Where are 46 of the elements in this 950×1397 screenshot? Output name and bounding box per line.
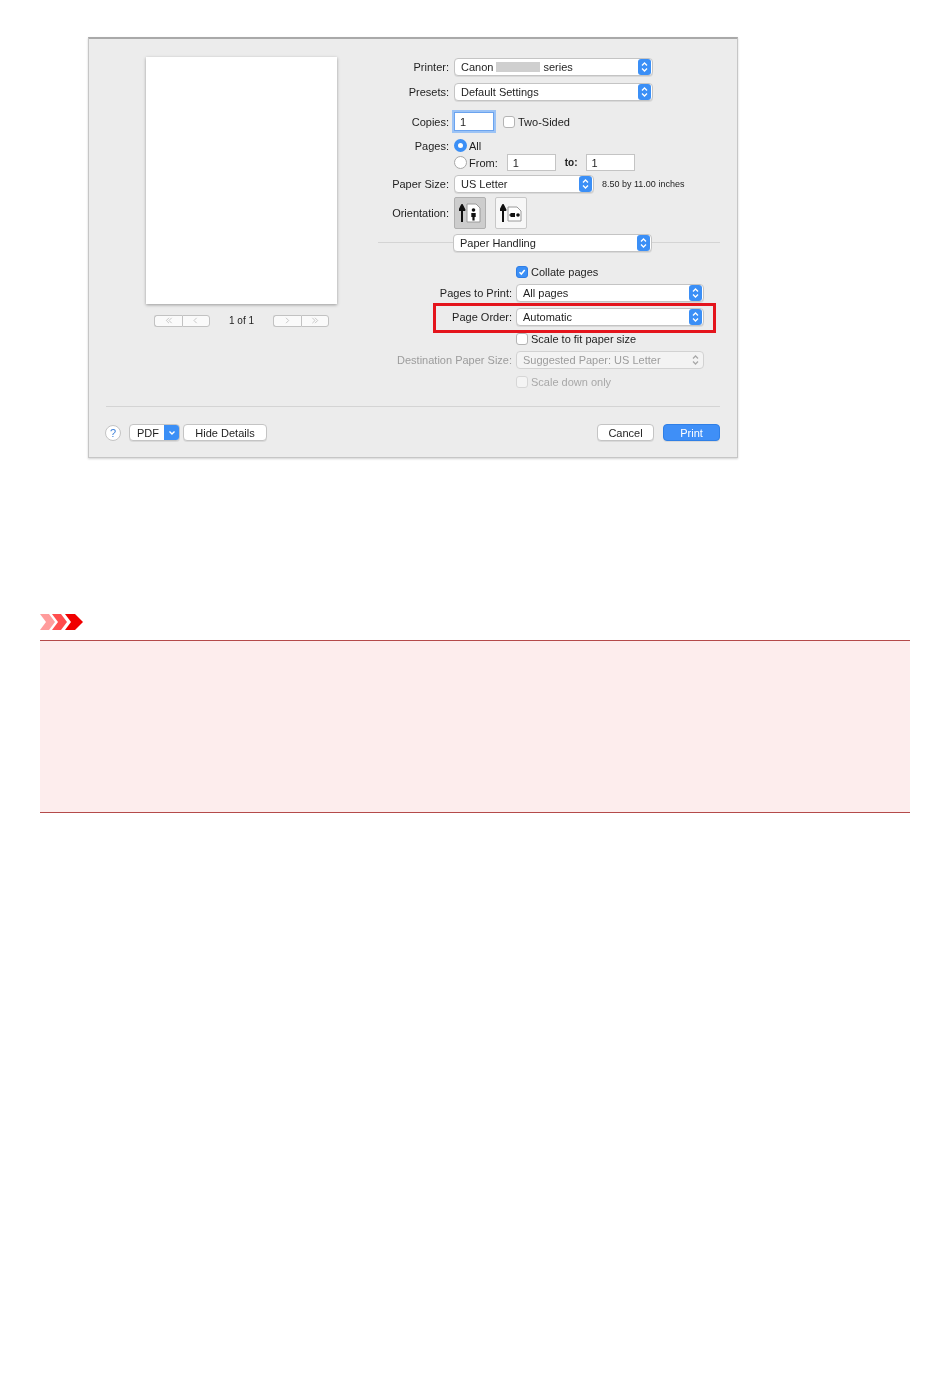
pdf-menu-button[interactable]: PDF <box>129 424 180 441</box>
page-count-label: 1 of 1 <box>229 315 255 326</box>
presets-label: Presets: <box>407 86 449 98</box>
paper-dimensions-text: 8.50 by 11.00 inches <box>602 179 685 189</box>
copies-label: Copies: <box>410 115 449 128</box>
printer-dropdown[interactable]: Canon series <box>454 58 653 76</box>
double-chevron-left-icon <box>164 317 173 324</box>
dropdown-label: Page Order: <box>451 311 512 323</box>
updown-arrows-icon <box>638 59 651 75</box>
radio-option[interactable]: From: <box>454 156 498 169</box>
dropdown-label: Destination Paper Size: <box>396 354 512 366</box>
pages-label: Pages: <box>413 139 449 152</box>
landscape-orientation-icon <box>500 203 522 223</box>
paper-size-label: Paper Size: <box>391 178 449 190</box>
dropdown-label: Pages to Print: <box>438 287 512 299</box>
updown-arrows-icon <box>637 235 650 251</box>
copies-field[interactable]: 1 <box>454 112 494 131</box>
dropdown[interactable]: Automatic <box>516 308 704 326</box>
presets-dropdown[interactable]: Default Settings <box>454 83 653 101</box>
to-page-field[interactable]: 1 <box>585 154 635 171</box>
chevron-left-icon <box>192 317 200 324</box>
hide-details-button[interactable]: Hide Details <box>183 424 267 441</box>
paper-size-dropdown[interactable]: US Letter <box>454 175 594 193</box>
portrait-orientation-icon <box>459 203 481 223</box>
orientation-button[interactable] <box>454 197 486 229</box>
panel-dropdown[interactable]: Paper Handling <box>453 234 652 252</box>
from-page-field[interactable]: 1 <box>506 154 556 171</box>
updown-arrows-icon <box>689 285 702 301</box>
orientation-label: Orientation: <box>391 207 449 219</box>
radio-option[interactable]: All <box>454 139 482 152</box>
chevron-down-icon <box>164 425 179 440</box>
orientation-button[interactable] <box>495 197 527 229</box>
updown-arrows-icon <box>689 309 702 325</box>
dropdown[interactable]: All pages <box>516 284 704 302</box>
to-label: to: <box>564 157 578 168</box>
double-chevron-right-icon <box>311 317 320 324</box>
checkbox-option[interactable]: Two-Sided <box>503 115 570 128</box>
help-button[interactable]: ? <box>105 424 121 441</box>
checkbox-option[interactable]: Collate pages <box>516 265 599 278</box>
triple-chevron-icon <box>40 614 83 630</box>
printer-label: Printer: <box>412 61 449 73</box>
cancel-button[interactable]: Cancel <box>597 424 654 441</box>
updown-arrows-icon <box>638 84 651 100</box>
updown-arrows-icon <box>579 176 592 192</box>
checkbox-option[interactable]: Scale to fit paper size <box>516 332 637 345</box>
chevron-right-icon <box>283 317 292 324</box>
